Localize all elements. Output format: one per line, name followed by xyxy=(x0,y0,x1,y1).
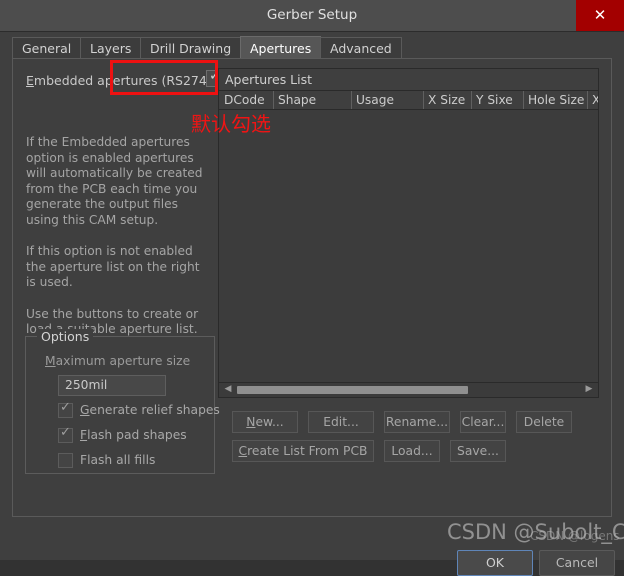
label: ew... xyxy=(255,415,283,429)
embedded-label-mnemonic: E xyxy=(26,73,34,88)
tab-general[interactable]: General xyxy=(12,37,81,58)
load-button[interactable]: Load... xyxy=(384,440,440,462)
options-group-label: Options xyxy=(37,329,93,344)
tab-layers[interactable]: Layers xyxy=(80,37,141,58)
tab-advanced[interactable]: Advanced xyxy=(320,37,402,58)
column-header-x-size[interactable]: X Size xyxy=(423,91,471,109)
column-header-hole-size[interactable]: Hole Size xyxy=(523,91,587,109)
label-rest: enerate relief shapes xyxy=(90,403,220,417)
scroll-right-arrow-icon[interactable]: ▶ xyxy=(582,383,596,397)
close-button[interactable]: ✕ xyxy=(576,0,624,31)
scrollbar-thumb[interactable] xyxy=(237,386,468,394)
label: Delete xyxy=(524,415,564,429)
flash-pad-shapes-label: Flash pad shapes xyxy=(80,428,187,443)
checkbox-box: ✓ xyxy=(58,403,73,418)
embedded-label-rest: mbedded apertures (RS274X) xyxy=(34,73,220,88)
tab-drill-drawing[interactable]: Drill Drawing xyxy=(140,37,241,58)
embedded-apertures-row: Embedded apertures (RS274X) ✓ xyxy=(26,69,226,95)
apertures-list-column-headers: DCodeShapeUsageX SizeY SixeHole SizeX C xyxy=(219,91,598,110)
column-header-usage[interactable]: Usage xyxy=(351,91,423,109)
clear-button[interactable]: Clear... xyxy=(460,411,506,433)
column-header-dcode[interactable]: DCode xyxy=(219,91,273,109)
apertures-list-panel: Apertures List DCodeShapeUsageX SizeY Si… xyxy=(218,68,599,398)
gerber-setup-window: Gerber Setup ✕ General Layers Drill Draw… xyxy=(0,0,624,560)
max-aperture-mnemonic: M xyxy=(45,354,56,368)
generate-relief-shapes-label: Generate relief shapes xyxy=(80,403,220,418)
horizontal-scrollbar[interactable]: ◀ ▶ xyxy=(219,382,598,397)
rename-button[interactable]: Rename... xyxy=(384,411,450,433)
dialog-body: General Layers Drill Drawing Apertures A… xyxy=(0,31,624,560)
save-button[interactable]: Save... xyxy=(450,440,506,462)
label: Edit... xyxy=(323,415,359,429)
embedded-apertures-label: Embedded apertures (RS274X) xyxy=(26,73,220,88)
column-header-shape[interactable]: Shape xyxy=(273,91,351,109)
label: reate List From PCB xyxy=(247,444,367,458)
label: Load... xyxy=(391,444,432,458)
checkbox-box xyxy=(58,453,73,468)
edit-button[interactable]: Edit... xyxy=(308,411,374,433)
label: Clear... xyxy=(462,415,505,429)
ok-button[interactable]: OK xyxy=(457,550,533,576)
delete-button[interactable]: Delete xyxy=(516,411,572,433)
column-header-y-sixe[interactable]: Y Sixe xyxy=(471,91,523,109)
flash-all-fills-label: Flash all fills xyxy=(80,453,155,468)
max-aperture-size-label: Maximum aperture size xyxy=(45,354,190,368)
close-icon: ✕ xyxy=(576,0,624,31)
flash-all-fills-checkbox[interactable]: Flash all fills xyxy=(58,453,208,471)
label: Save... xyxy=(457,444,499,458)
create-list-from-pcb-button[interactable]: Create List From PCB xyxy=(232,440,374,462)
generate-relief-shapes-checkbox[interactable]: ✓ Generate relief shapes xyxy=(58,403,208,421)
max-aperture-label-rest: aximum aperture size xyxy=(56,354,191,368)
mnemonic: G xyxy=(80,403,90,417)
apertures-list-title: Apertures List xyxy=(219,69,598,91)
cancel-button[interactable]: Cancel xyxy=(539,550,615,576)
flash-pad-shapes-checkbox[interactable]: ✓ Flash pad shapes xyxy=(58,428,208,446)
apertures-tab-page: Embedded apertures (RS274X) ✓ If the Emb… xyxy=(12,58,612,517)
window-title: Gerber Setup xyxy=(0,0,624,31)
label: Rename... xyxy=(386,415,448,429)
column-header-x-c[interactable]: X C xyxy=(587,91,598,109)
checkmark-icon: ✓ xyxy=(60,400,71,415)
mnemonic: C xyxy=(239,444,248,458)
max-aperture-size-input[interactable]: 250mil xyxy=(58,375,166,396)
checkmark-icon: ✓ xyxy=(60,425,71,440)
apertures-list-body[interactable] xyxy=(219,110,598,382)
checkbox-box: ✓ xyxy=(58,428,73,443)
title-bar: Gerber Setup ✕ xyxy=(0,0,624,31)
label-rest: lash pad shapes xyxy=(87,428,187,442)
options-group-box: Options Maximum aperture size 250mil ✓ G… xyxy=(25,336,215,474)
tab-apertures[interactable]: Apertures xyxy=(240,36,321,59)
label-rest: Flash all fills xyxy=(80,453,155,467)
scroll-left-arrow-icon[interactable]: ◀ xyxy=(221,383,235,397)
info-description-text: If the Embedded apertures option is enab… xyxy=(26,135,212,338)
new-button[interactable]: New... xyxy=(232,411,298,433)
